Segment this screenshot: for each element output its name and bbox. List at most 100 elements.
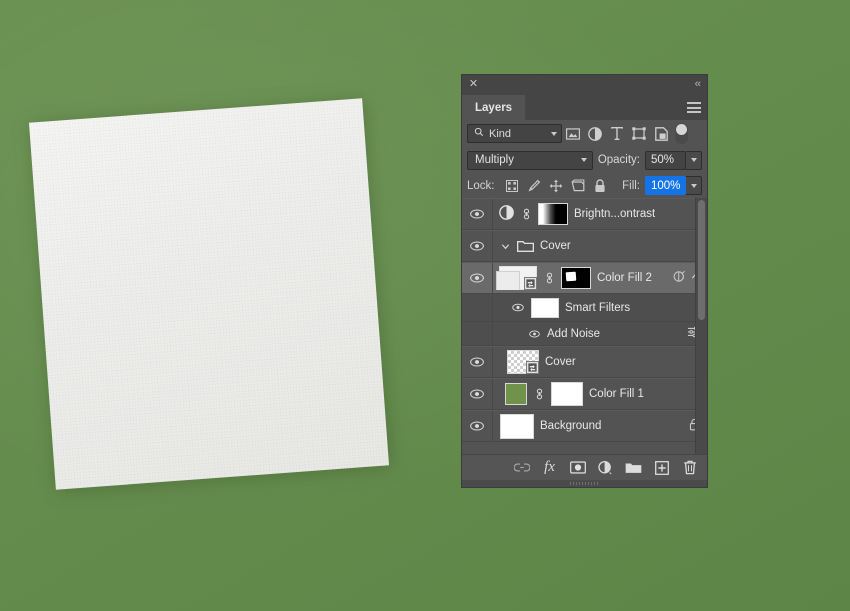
lock-row: Lock: Fill: 100%	[462, 173, 707, 198]
filter-kind-select[interactable]: Kind	[467, 124, 562, 143]
smart-filter-name: Add Noise	[547, 327, 601, 340]
smart-filters-row[interactable]: Smart Filters	[462, 294, 707, 322]
fill-color-thumbnail[interactable]	[505, 383, 527, 405]
smart-filters-label: Smart Filters	[565, 301, 631, 314]
close-icon[interactable]: ✕	[468, 79, 479, 90]
collapse-panel-icon[interactable]: ‹‹	[695, 78, 701, 90]
layer-row-content: Cover	[493, 350, 707, 374]
fill-label: Fill:	[622, 179, 640, 192]
layer-name: Background	[540, 420, 602, 432]
panel-body: Kind Multiply Opacity: 50% Lock: Fill: 1…	[462, 120, 707, 487]
new-group-button[interactable]	[624, 458, 643, 477]
smart-filter-entry-content: Add Noise	[493, 326, 707, 341]
filter-kind-label: Kind	[489, 127, 512, 140]
layer-thumbnail[interactable]	[496, 266, 537, 290]
layer-row[interactable]: Color Fill 1	[462, 378, 707, 410]
layer-visibility-toggle[interactable]	[462, 231, 493, 261]
new-layer-button[interactable]	[652, 458, 671, 477]
layer-row-content: Brightn...ontrast	[493, 203, 707, 225]
blend-mode-value: Multiply	[475, 154, 514, 166]
layer-row-content: Color Fill 1	[493, 382, 707, 406]
layer-visibility-toggle[interactable]	[462, 347, 493, 377]
link-layers-button[interactable]	[512, 458, 531, 477]
opacity-label: Opacity:	[597, 154, 640, 166]
filter-enable-toggle[interactable]	[675, 123, 688, 144]
layer-visibility-toggle[interactable]	[462, 379, 493, 409]
smart-filters-visibility-toggle[interactable]	[511, 303, 525, 312]
lock-all-icon[interactable]	[589, 175, 611, 196]
chevron-down-icon	[551, 131, 557, 136]
layer-row-content: Cover	[493, 239, 707, 253]
paper-mockup	[28, 98, 390, 490]
opacity-control: 50%	[645, 150, 702, 170]
panel-menu-icon[interactable]	[687, 102, 701, 113]
smart-filter-icon[interactable]	[673, 270, 686, 286]
opacity-dropdown-icon[interactable]	[686, 150, 702, 170]
layer-row[interactable]: Background	[462, 410, 707, 442]
layer-style-button[interactable]: fx	[540, 458, 559, 477]
smart-filter-entry-row[interactable]: Add Noise	[462, 322, 707, 346]
smart-filter-visibility-toggle[interactable]	[527, 330, 541, 338]
lock-image-pixels-icon[interactable]	[523, 175, 545, 196]
smart-object-badge-icon	[526, 361, 539, 374]
layer-name: Color Fill 2	[597, 272, 652, 284]
row-gutter	[462, 322, 493, 345]
panel-titlebar: ✕ ‹‹	[462, 75, 707, 95]
fill-dropdown-icon[interactable]	[686, 176, 702, 195]
lock-label: Lock:	[467, 179, 495, 192]
fill-control: 100%	[645, 176, 702, 195]
filter-smartobject-icon[interactable]	[650, 123, 672, 145]
add-layer-mask-button[interactable]	[568, 458, 587, 477]
link-mask-icon[interactable]	[520, 207, 532, 221]
layer-row[interactable]: Color Fill 2	[462, 262, 707, 294]
layer-mask-thumbnail[interactable]	[551, 382, 583, 406]
layer-thumbnail[interactable]	[500, 413, 534, 439]
filter-adjustment-icon[interactable]	[584, 123, 606, 145]
lock-transparent-pixels-icon[interactable]	[501, 175, 523, 196]
fill-input[interactable]: 100%	[645, 176, 686, 195]
layer-filter-row: Kind	[462, 120, 707, 147]
tab-layers[interactable]: Layers	[462, 95, 526, 120]
row-gutter	[462, 294, 493, 321]
adjustment-halfcircle-icon	[499, 205, 514, 223]
layers-panel: ✕ ‹‹ Layers Kind Multiply Opacity: 50% L…	[461, 74, 708, 488]
filter-pixel-icon[interactable]	[562, 123, 584, 145]
layers-scrollbar[interactable]	[695, 198, 707, 454]
layer-mask-thumbnail[interactable]	[561, 267, 591, 289]
layer-mask-thumbnail[interactable]	[538, 203, 568, 225]
link-mask-icon[interactable]	[543, 271, 555, 285]
layer-row-content: Color Fill 2	[493, 266, 707, 290]
layer-visibility-toggle[interactable]	[462, 199, 493, 229]
opacity-input[interactable]: 50%	[645, 150, 686, 170]
new-adjustment-layer-button[interactable]	[596, 458, 615, 477]
layer-row-content: Background	[493, 413, 707, 439]
panel-resize-grip[interactable]	[462, 480, 707, 487]
filter-type-icon[interactable]	[606, 123, 628, 145]
layer-row[interactable]: Cover	[462, 346, 707, 378]
lock-artboard-nesting-icon[interactable]	[567, 175, 589, 196]
layer-thumbnail[interactable]	[507, 350, 539, 374]
smart-filters-mask-thumbnail[interactable]	[531, 297, 559, 318]
filter-shape-icon[interactable]	[628, 123, 650, 145]
search-icon	[474, 127, 484, 140]
panel-tabstrip: Layers	[462, 95, 707, 120]
delete-layer-button[interactable]	[680, 458, 699, 477]
layer-name: Color Fill 1	[589, 388, 644, 400]
link-mask-icon[interactable]	[533, 387, 545, 401]
smart-filters-content: Smart Filters	[493, 297, 707, 318]
layer-row[interactable]: Cover	[462, 230, 707, 262]
layer-row[interactable]: Brightn...ontrast	[462, 198, 707, 230]
smart-object-badge-icon	[524, 277, 537, 290]
blend-mode-select[interactable]: Multiply	[467, 150, 593, 170]
scrollbar-thumb[interactable]	[698, 200, 705, 320]
chevron-down-icon[interactable]	[499, 242, 511, 251]
layers-list: Brightn...ontrast Cover Color Fill 2 Sma…	[462, 198, 707, 454]
blend-opacity-row: Multiply Opacity: 50%	[462, 147, 707, 173]
layer-visibility-toggle[interactable]	[462, 411, 493, 441]
paper-grain-texture	[28, 98, 390, 490]
layer-name: Cover	[540, 240, 571, 252]
folder-icon	[517, 239, 534, 253]
screenshot-canvas: ✕ ‹‹ Layers Kind Multiply Opacity: 50% L…	[0, 0, 850, 611]
lock-position-icon[interactable]	[545, 175, 567, 196]
layer-visibility-toggle[interactable]	[462, 263, 493, 293]
